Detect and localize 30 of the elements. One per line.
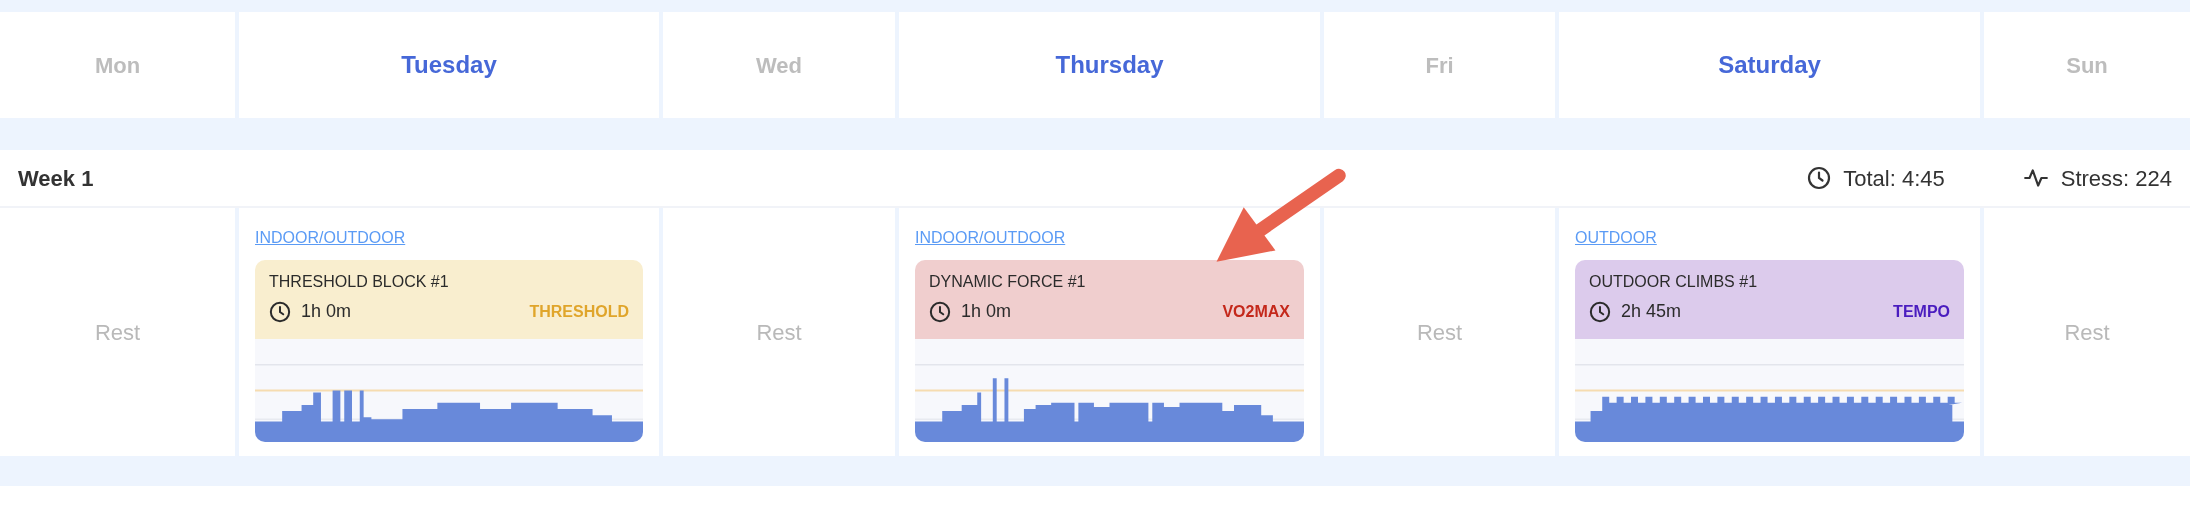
stress-score: Stress: 224 xyxy=(2060,164,2172,193)
clock-icon xyxy=(1589,300,1611,323)
day-header: Wed xyxy=(755,51,802,80)
rest-label: Rest xyxy=(756,318,802,347)
day-header: Saturday xyxy=(1718,50,1821,80)
workout-duration: 1h 0m xyxy=(301,300,352,323)
rest-label: Rest xyxy=(1416,318,1463,347)
clock-icon xyxy=(929,300,951,323)
day-header: Thursday xyxy=(1055,50,1164,80)
day-header: Mon xyxy=(94,51,141,80)
workout-header[interactable]: OUTDOOR CLIMBS #1 2h 45m TEMPO xyxy=(1575,260,1964,339)
rest-label: Rest xyxy=(94,318,141,347)
workout-header[interactable]: DYNAMIC FORCE #1 1h 0m VO2MAX xyxy=(915,260,1304,339)
workout-duration: 1h 0m xyxy=(961,300,1012,323)
day-header: Fri xyxy=(1425,51,1454,80)
day-header: Sun xyxy=(2066,51,2108,80)
zone-label: TEMPO xyxy=(1893,301,1950,322)
total-time: Total: 4:45 xyxy=(1843,164,1945,193)
workout-title: OUTDOOR CLIMBS #1 xyxy=(1589,272,1759,292)
clock-icon xyxy=(269,300,291,323)
clock-icon xyxy=(1807,166,1832,190)
week-title: Week 1 xyxy=(18,164,94,193)
workout-title: THRESHOLD BLOCK #1 xyxy=(269,272,450,292)
rest-label: Rest xyxy=(2064,318,2110,347)
day-header: Tuesday xyxy=(401,50,497,80)
workout-duration: 2h 45m xyxy=(1621,300,1682,323)
workout-title: DYNAMIC FORCE #1 xyxy=(929,272,1087,292)
zone-label: VO2MAX xyxy=(1222,301,1290,322)
workout-header[interactable]: THRESHOLD BLOCK #1 1h 0m THRESHOLD xyxy=(255,260,643,339)
zone-label: THRESHOLD xyxy=(529,301,629,322)
